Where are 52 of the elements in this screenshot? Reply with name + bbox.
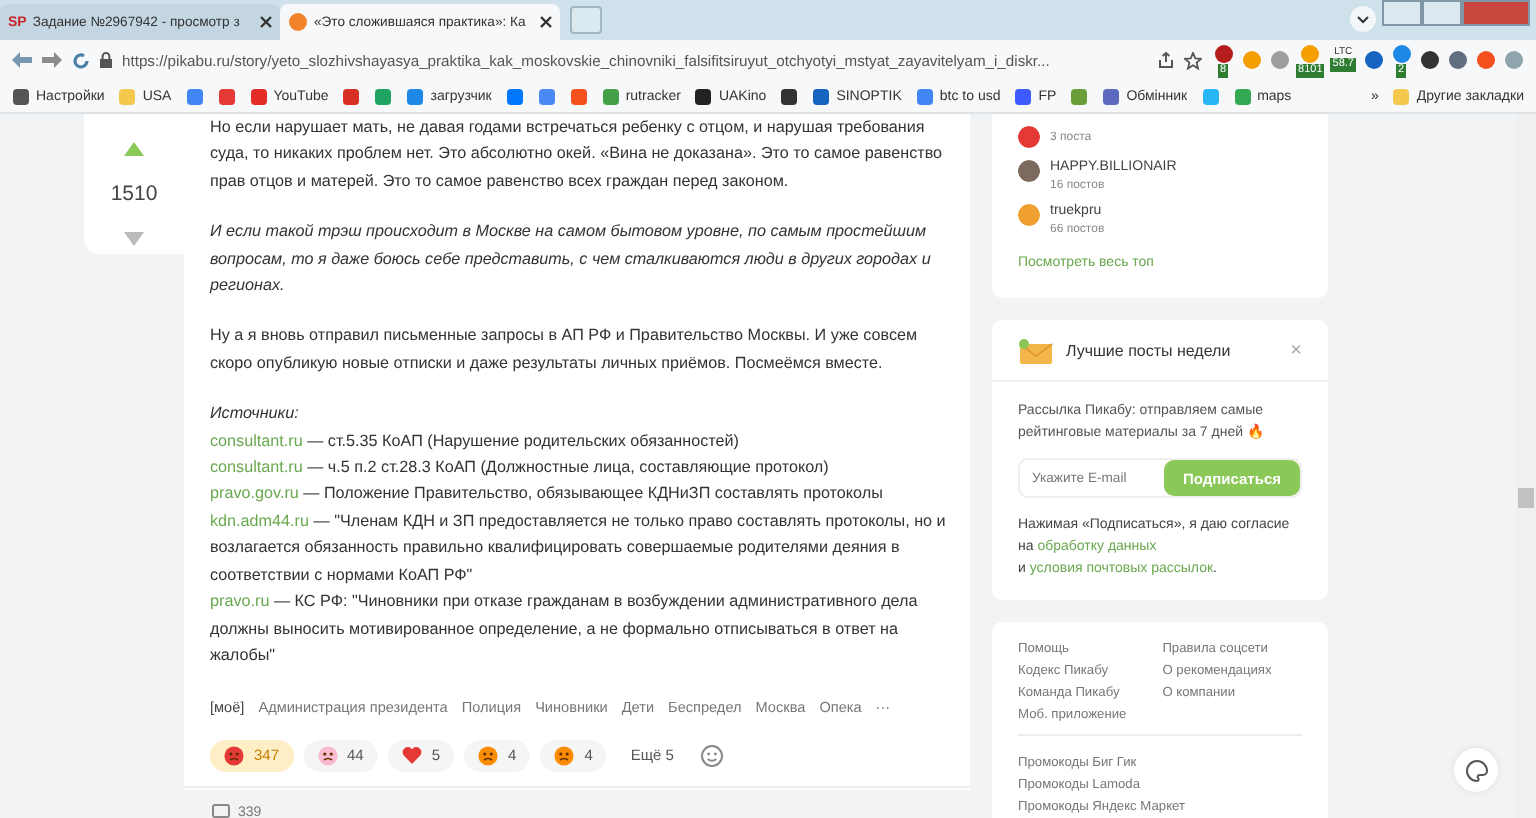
- bookmark-icon: [12, 87, 30, 105]
- emoji-face-icon: [224, 745, 244, 766]
- emoji-face-icon: [478, 745, 499, 766]
- add-reaction-icon[interactable]: [697, 739, 726, 772]
- downvote-icon[interactable]: [124, 232, 144, 246]
- avatar-icon: [1018, 160, 1040, 182]
- tab-search-icon[interactable]: [1350, 6, 1376, 32]
- close-button[interactable]: ×: [1290, 339, 1302, 361]
- palette-icon: [1465, 759, 1487, 781]
- emoji-face-icon: [554, 745, 575, 766]
- bookmark-icon: [1014, 87, 1033, 105]
- source-link[interactable]: consultant.ru: [210, 458, 303, 477]
- forward-icon[interactable]: [42, 52, 62, 68]
- bookmark-icon: [915, 87, 934, 105]
- envelope-icon: [1018, 337, 1054, 363]
- source-entry: consultant.ru — ст.5.35 КоАП (Нарушение родительских обязанностей): [210, 429, 742, 454]
- source-entry: kdn.adm44.ru — "Членам КДН и ЗП предоставляется не только право составлять протоколы, но и возлагается обязанность правильно квалифицировать совершаемые родителями деяния в соответствии с нормами КоАП РФ": [210, 509, 948, 588]
- back-icon[interactable]: [12, 52, 32, 68]
- bookmark-icon: [694, 87, 713, 105]
- emoji-face-icon: [317, 745, 338, 766]
- source-link[interactable]: pravo.ru: [210, 592, 270, 611]
- sources-heading: Источники:: [210, 402, 301, 427]
- share-icon[interactable]: [1158, 52, 1175, 68]
- close-icon[interactable]: [260, 16, 272, 28]
- source-link[interactable]: kdn.adm44.ru: [210, 511, 309, 530]
- source-link[interactable]: consultant.ru: [210, 431, 303, 450]
- comment-icon[interactable]: [212, 804, 230, 818]
- article-paragraph: Но если нарушает мать, не давая годами встречаться ребенку с отцом, и нарушая требования суда, то никаких проблем нет. Это абсолютно окей. «Вина не доказана». Это то самое равенство прав отцов и матерей. Это то самое равенство всех граждан перед законом.: [210, 116, 945, 194]
- source-entry: consultant.ru — ч.5 п.2 ст.28.3 КоАП (Должностные лица, составляющие протокол): [210, 456, 831, 481]
- newsletter-title: Лучшие посты недели: [1066, 341, 1233, 359]
- author-logo-icon: [1018, 204, 1040, 226]
- scrollbar[interactable]: [1516, 114, 1536, 818]
- upvote-icon[interactable]: [124, 142, 144, 156]
- source-link[interactable]: pravo.gov.ru: [210, 484, 299, 503]
- bookmark-icon: [1392, 87, 1411, 105]
- extension-icon[interactable]: [1213, 43, 1234, 63]
- source-entry: pravo.ru — КС РФ: "Чиновники при отказе гражданам в возбуждении административного дела должны выносить мотивированное определение, а не формально отписываться в ответ на жалобы": [210, 590, 920, 668]
- reload-icon[interactable]: [72, 51, 90, 69]
- maximize-button[interactable]: [1422, 0, 1462, 26]
- bookmark-icon: [118, 87, 137, 105]
- theme-button[interactable]: [1454, 748, 1498, 792]
- article-paragraph: И если такой трэш происходит в Москве на самом бытовом уровне, по самым простейшим вопросам, то я даже боюсь себе представить, с чем сталкиваются люди в других городах и регионах.: [210, 220, 933, 299]
- new-tab-button[interactable]: [570, 6, 602, 34]
- avatar-icon: [1018, 126, 1040, 148]
- close-icon[interactable]: [540, 16, 552, 28]
- source-entry: pravo.gov.ru — Положение Правительство, обязывающее КДНиЗП составлять протоколы: [210, 482, 885, 507]
- rating-count: 1510: [110, 182, 158, 206]
- bookmark-star-icon[interactable]: [1184, 51, 1203, 69]
- article-paragraph: Ну а я вновь отправил письменные запросы в АП РФ и Правительство Москвы. И уже совсем скоро опубликую новые отписки и даже результаты личных приёмов. Посмеёмся вместе.: [210, 324, 920, 376]
- lock-icon: [100, 52, 112, 68]
- heart-icon: [401, 746, 422, 765]
- tab-favicon-icon: [288, 12, 308, 32]
